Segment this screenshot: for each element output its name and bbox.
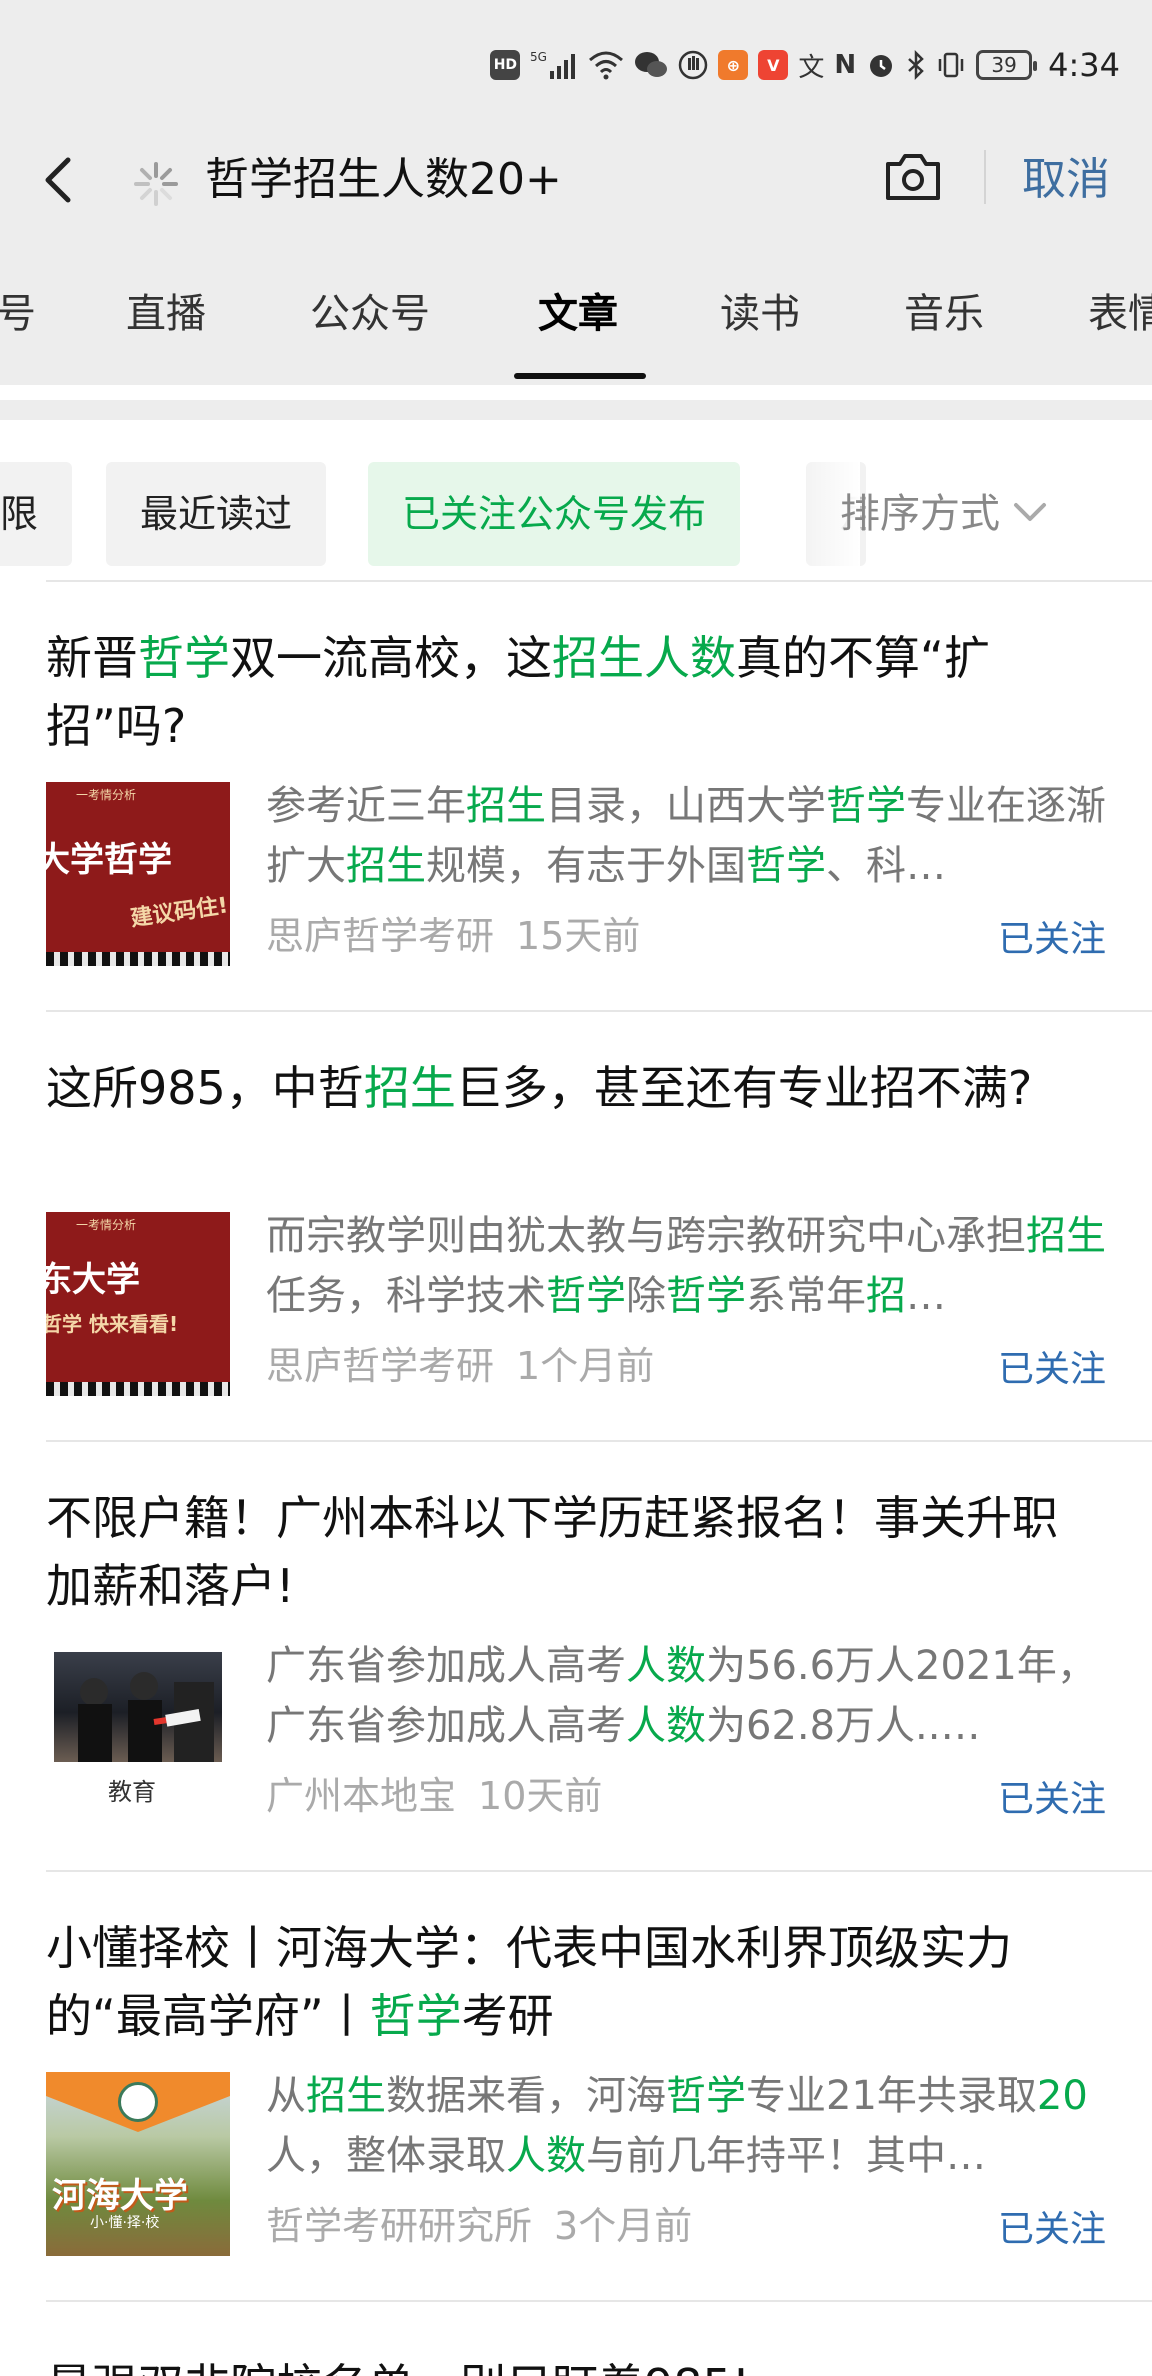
vibrate-icon [936,48,966,82]
article-snippet: 而宗教学则由犹太教与跨宗教研究中心承担招生任务，科学技术哲学除哲学系常年招… [266,1213,1106,1319]
search-loading-icon [130,158,182,210]
hand-icon [678,48,708,82]
article-snippet: 广东省参加成人高考人数为56.6万人2021年，广东省参加成人高考人数为62.8… [266,1643,1097,1749]
translate-icon: 文 [798,52,825,83]
title-text: 新晋 [46,631,138,685]
filter-chip-time-limit[interactable]: 限 [0,462,73,566]
article-snippet: 参考近三年招生目录，山西大学哲学专业在逐渐扩大招生规模，有志于外国哲学、科… [266,783,1106,889]
article-time: 1个月前 [516,1344,655,1388]
filter-chip-recently-read[interactable]: 最近读过 [106,462,327,566]
title-text: 巨多，甚至还有专业招不满? [455,1061,1033,1115]
article-title[interactable]: 新晋哲学双一流高校，这招生人数真的不算“扩招”吗? [46,624,1086,760]
article-source[interactable]: 思庐哲学考研 [266,914,494,958]
tab-stickers[interactable]: 表情 [1088,290,1152,338]
title-highlight: 哲学 [369,1989,462,2043]
article-source[interactable]: 广州本地宝 [266,1774,456,1818]
article-meta: 哲学考研研究所 3个月前 [266,2202,692,2250]
tab-articles[interactable]: 文章 [538,290,618,338]
thumb-caption: 一考情分析 [76,788,137,802]
followed-badge: 已关注 [997,1349,1106,1390]
search-input[interactable]: 哲学招生人数20+ [205,150,562,210]
filter-bar: 限 最近读过 已关注公众号发布 月 排序方式 [0,400,1152,580]
article-time: 3个月前 [554,2204,693,2248]
article-item[interactable]: 新晋哲学双一流高校，这招生人数真的不算“扩招”吗? 一考情分析 大学哲学 建议码… [46,582,1152,1012]
thumb-subtitle: 哲学 快来看看! [46,1312,179,1336]
article-meta: 思庐哲学考研 1个月前 [266,1342,654,1390]
article-source[interactable]: 哲学考研研究所 [266,2204,532,2248]
tab-books[interactable]: 读书 [720,290,800,338]
article-source[interactable]: 思庐哲学考研 [266,1344,494,1388]
thumb-caption: 一考情分析 [76,1218,137,1232]
header-divider [984,150,986,204]
article-thumbnail[interactable]: 一考情分析 东大学 哲学 快来看看! [46,1212,230,1396]
article-time: 10天前 [478,1774,603,1818]
clock: 4:34 [1048,46,1120,84]
article-list: 新晋哲学双一流高校，这招生人数真的不算“扩招”吗? 一考情分析 大学哲学 建议码… [0,582,1152,2302]
tab-partial-left[interactable]: 号 [0,290,36,338]
tab-official-accounts[interactable]: 公众号 [310,290,430,338]
film-strip [46,952,230,966]
article-thumbnail[interactable]: 河海大学 小·懂·择·校 [46,2072,230,2256]
graduation-photo [54,1652,222,1762]
video-app-icon: V [758,50,789,80]
bluetooth-icon [906,48,926,82]
nfc-icon: N [834,50,857,80]
signal-icon: 5G [530,48,578,82]
tab-live[interactable]: 直播 [126,290,206,338]
article-title[interactable]: 不限户籍！广州本科以下学历赶紧报名！事关升职加薪和落户! [46,1484,1086,1620]
followed-badge: 已关注 [997,1779,1106,1820]
followed-badge: 已关注 [997,919,1106,960]
search-header: 哲学招生人数20+ 取消 [0,120,1152,245]
followed-badge: 已关注 [997,2209,1106,2250]
article-title[interactable]: 小懂择校丨河海大学：代表中国水利界顶级实力的“最高学府”丨哲学考研 [46,1914,1086,2050]
hd-icon: HD [490,50,521,80]
thumb-title: 东大学 [46,1260,140,1300]
article-meta: 广州本地宝 10天前 [266,1772,602,1820]
thumb-subtitle: 小·懂·择·校 [90,2215,160,2231]
article-item[interactable]: 这所985，中哲招生巨多，甚至还有专业招不满? 一考情分析 东大学 哲学 快来看… [46,1012,1152,1442]
title-text: 双一流高校，这 [230,631,552,685]
sort-dropdown[interactable]: 排序方式 [840,462,1050,566]
title-text: 考研 [461,1989,554,2043]
back-button[interactable] [36,150,86,210]
battery-icon: 39 [976,50,1038,80]
status-icons: HD 5G ⊕ V 文 N 39 4:34 [490,42,1120,88]
title-text: 不限户籍！广州本科以下学历赶紧报名！事关升职加薪和落户! [46,1491,1058,1613]
article-thumbnail[interactable]: 教育 [46,1642,230,1826]
camera-icon[interactable] [880,146,946,210]
alarm-icon [866,48,896,82]
article-time: 15天前 [516,914,641,958]
svg-text:5G: 5G [530,50,547,64]
university-seal-icon [118,2082,158,2122]
wifi-icon [588,48,624,82]
article-title[interactable]: 这所985，中哲招生巨多，甚至还有专业招不满? [46,1054,1086,1122]
thumb-caption: 教育 [108,1778,156,1806]
wechat-icon [634,48,668,82]
chevron-down-icon [1010,462,1050,566]
article-meta: 思庐哲学考研 15天前 [266,912,640,960]
article-title-partial[interactable]: 最强双非院校名单，别只盯着985! [46,2350,750,2376]
filter-chip-followed-accounts[interactable]: 已关注公众号发布 [368,462,741,566]
title-highlight: 招生 [363,1061,456,1115]
sort-label: 排序方式 [840,491,1000,537]
tab-music[interactable]: 音乐 [904,290,984,338]
status-bar: HD 5G ⊕ V 文 N 39 4:34 [0,0,1152,120]
title-highlight: 哲学 [138,631,230,685]
article-snippet: 从招生数据来看，河海哲学专业21年共录取20人，整体录取人数与前几年持平！其中… [266,2073,1088,2179]
article-thumbnail[interactable]: 一考情分析 大学哲学 建议码住! [46,782,230,966]
thumb-title: 大学哲学 [46,840,172,880]
thumb-title: 河海大学 [52,2176,188,2216]
thumb-subtitle: 建议码住! [129,893,230,932]
film-strip [46,1382,230,1396]
article-item[interactable]: 不限户籍！广州本科以下学历赶紧报名！事关升职加薪和落户! 教育 广东省参加成人高… [46,1442,1152,1872]
app-notification-icon: ⊕ [718,50,749,80]
title-text: 这所985，中哲 [46,1061,364,1115]
article-item[interactable]: 小懂择校丨河海大学：代表中国水利界顶级实力的“最高学府”丨哲学考研 河海大学 小… [46,1872,1152,2302]
cancel-button[interactable]: 取消 [1022,150,1110,210]
title-highlight: 招生人数 [552,631,736,685]
active-tab-indicator [514,373,646,379]
category-tabs: 号 直播 公众号 文章 读书 音乐 表情 [0,245,1152,385]
